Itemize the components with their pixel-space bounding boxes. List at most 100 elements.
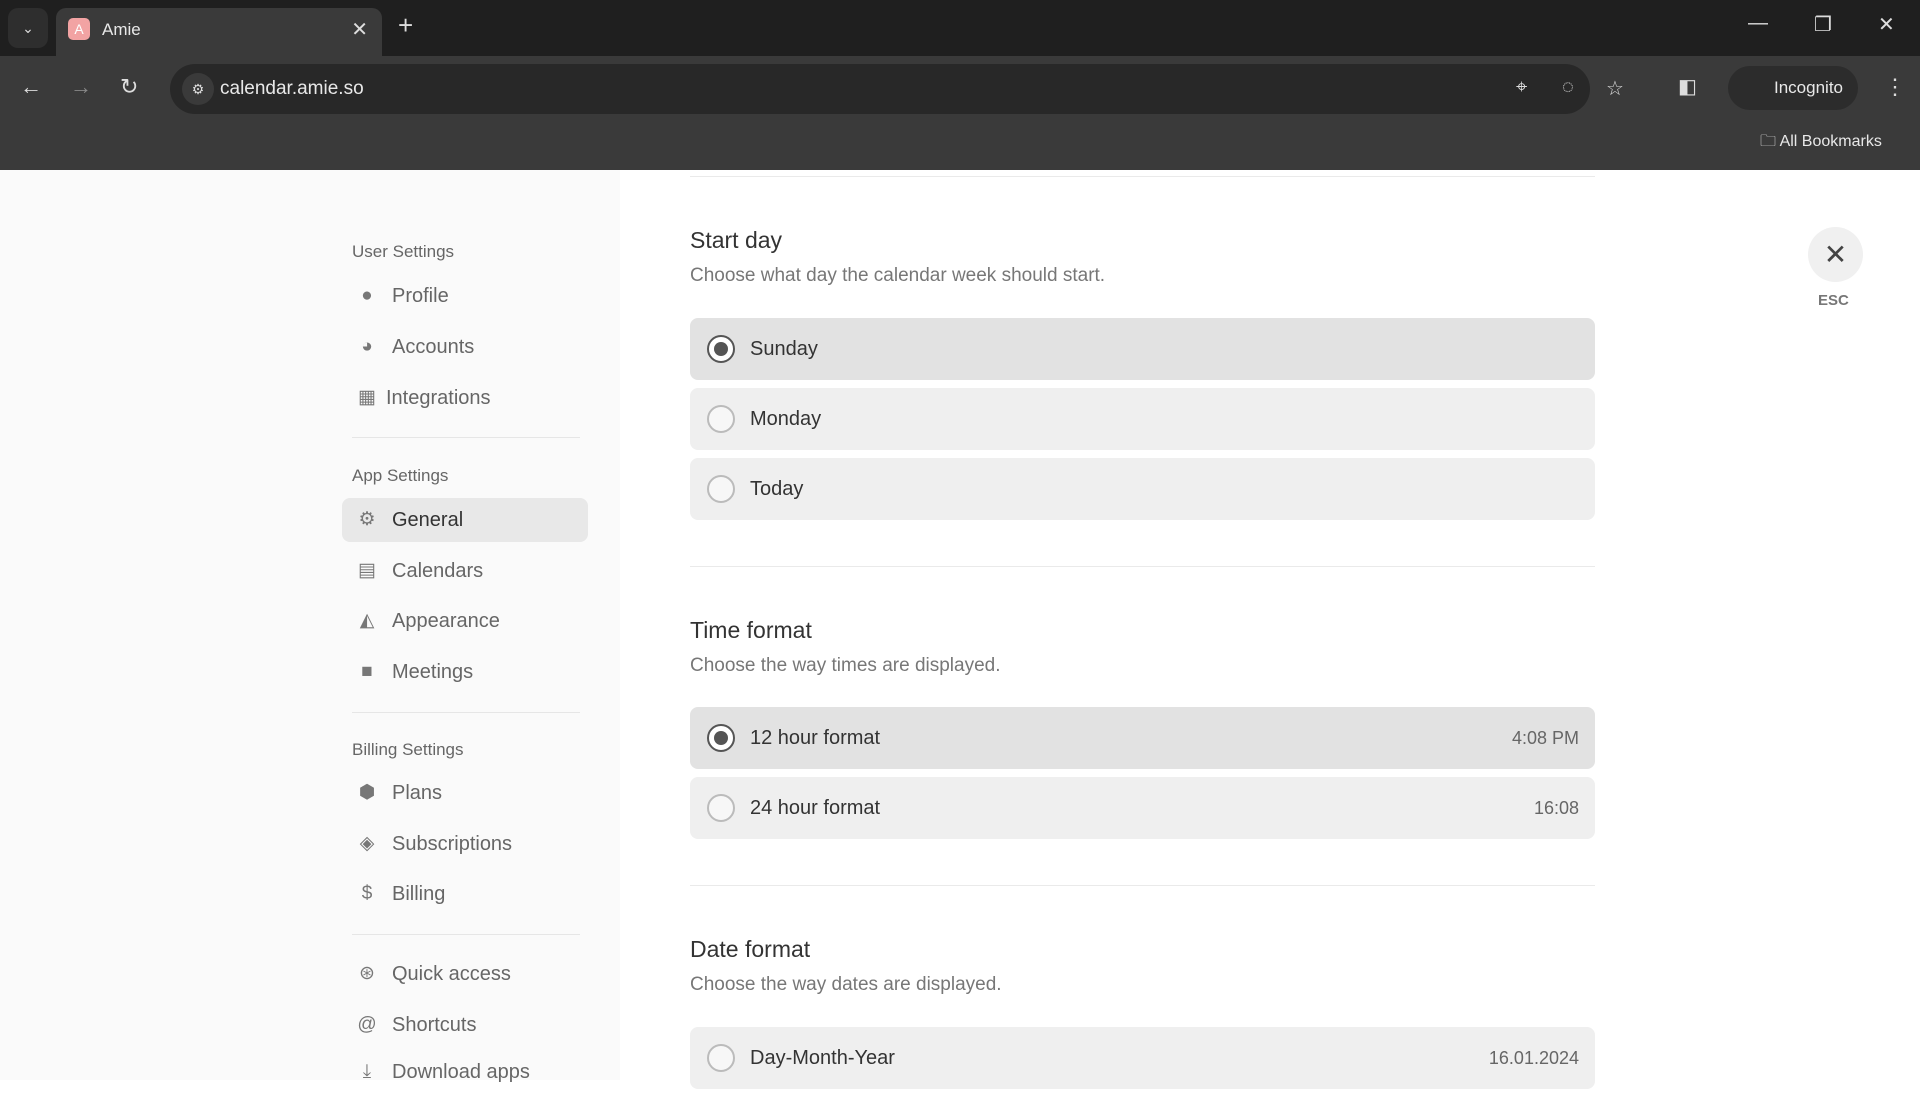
example-value: 4:08 PM bbox=[1511, 728, 1579, 748]
esc-label: ESC bbox=[1818, 292, 1849, 309]
label: Meetings bbox=[392, 661, 474, 683]
reload-button[interactable]: ↻ bbox=[120, 74, 138, 100]
section-billing-settings: Billing Settings bbox=[352, 740, 464, 759]
tab-search-button[interactable]: ⌄ bbox=[8, 8, 48, 48]
radio[interactable] bbox=[707, 475, 735, 503]
bookmarks-label: All Bookmarks bbox=[1779, 133, 1882, 150]
hexagon-icon: ⬢ bbox=[358, 782, 376, 803]
favicon: A bbox=[68, 18, 90, 40]
sidebar-item-appearance[interactable]: ◭ Appearance bbox=[342, 599, 588, 643]
divider bbox=[352, 934, 580, 935]
label: 24 hour format bbox=[750, 797, 881, 819]
label: Day-Month-Year bbox=[750, 1047, 895, 1069]
radio[interactable] bbox=[707, 1044, 735, 1072]
start-day-desc: Choose what day the calendar week should… bbox=[690, 265, 1106, 286]
grid-icon: ▦ bbox=[358, 387, 376, 408]
example-value: 16.01.2024 bbox=[1488, 1048, 1579, 1068]
sidebar-item-integrations[interactable]: ▦ Integrations bbox=[342, 376, 588, 420]
url-text[interactable]: calendar.amie.so bbox=[220, 78, 364, 100]
time-format-desc: Choose the way times are displayed. bbox=[690, 655, 1001, 676]
radio-selected[interactable] bbox=[707, 335, 735, 363]
label: Subscriptions bbox=[392, 833, 513, 855]
radio-selected[interactable] bbox=[707, 724, 735, 752]
date-format-desc: Choose the way dates are displayed. bbox=[690, 974, 1002, 995]
label: Profile bbox=[392, 285, 449, 307]
location-icon[interactable]: ⌖ bbox=[1516, 76, 1527, 99]
start-day-title: Start day bbox=[690, 227, 783, 253]
close-tab-icon[interactable]: ✕ bbox=[351, 17, 368, 42]
gear-icon: ⚙ bbox=[358, 509, 376, 530]
time-format-title: Time format bbox=[690, 617, 812, 643]
restore-button[interactable]: ❐ bbox=[1814, 12, 1832, 37]
label: Appearance bbox=[392, 610, 500, 632]
incognito-label: Incognito bbox=[1774, 78, 1843, 97]
incognito-badge[interactable]: Incognito bbox=[1728, 66, 1858, 110]
star-icon[interactable]: ☆ bbox=[1606, 76, 1624, 101]
label: Accounts bbox=[392, 336, 475, 358]
quick-access-icon: ⊛ bbox=[359, 963, 375, 984]
eye-off-icon[interactable]: ◌ bbox=[1562, 76, 1574, 99]
label: Today bbox=[750, 478, 804, 500]
sidebar-item-billing[interactable]: $ Billing bbox=[342, 872, 588, 916]
sidebar-item-download-apps[interactable]: ⤓ Download apps bbox=[342, 1050, 588, 1094]
sidebar-item-plans[interactable]: ⬢ Plans bbox=[342, 771, 588, 815]
label: Download apps bbox=[392, 1061, 530, 1083]
section-user-settings: User Settings bbox=[352, 242, 455, 261]
label: Quick access bbox=[392, 963, 511, 985]
sidebar-item-meetings[interactable]: ■ Meetings bbox=[342, 650, 588, 694]
label: 12 hour format bbox=[750, 727, 881, 749]
close-window-button[interactable]: ✕ bbox=[1878, 12, 1895, 37]
divider bbox=[690, 885, 1595, 886]
forward-button[interactable]: → bbox=[70, 74, 92, 100]
option-12-hour[interactable]: 12 hour format 4:08 PM bbox=[690, 707, 1595, 769]
label: Sunday bbox=[750, 338, 818, 360]
video-icon: ■ bbox=[361, 661, 373, 682]
option-sunday[interactable]: Sunday bbox=[690, 318, 1595, 380]
label: General bbox=[392, 509, 464, 531]
radio[interactable] bbox=[707, 405, 735, 433]
option-24-hour[interactable]: 24 hour format 16:08 bbox=[690, 777, 1595, 839]
sidebar-item-profile[interactable]: ● Profile bbox=[342, 274, 588, 318]
settings-sidebar: User Settings ● Profile ◕ Accounts ▦ Integr… bbox=[0, 170, 620, 1083]
back-button[interactable]: ← bbox=[20, 74, 42, 100]
user-circle-icon: ● bbox=[361, 285, 373, 306]
section-app-settings: App Settings bbox=[352, 466, 449, 485]
tab-bar: ⌄ A Amie ✕ + — ❐ ✕ bbox=[0, 0, 1920, 56]
appearance-icon: ◭ bbox=[359, 610, 375, 631]
divider bbox=[352, 437, 580, 438]
sidebar-item-calendars[interactable]: ▤ Calendars bbox=[342, 549, 588, 593]
sidebar-item-accounts[interactable]: ◕ Accounts bbox=[342, 325, 588, 369]
divider bbox=[352, 712, 580, 713]
tab-amie[interactable]: A Amie ✕ bbox=[56, 8, 382, 56]
close-icon: ✕ bbox=[1823, 239, 1848, 270]
minimize-button[interactable]: — bbox=[1748, 12, 1768, 35]
accounts-icon: ◕ bbox=[361, 336, 373, 357]
site-info-icon[interactable]: ⚙ bbox=[182, 73, 214, 105]
sidebar-item-quick-access[interactable]: ⊛ Quick access bbox=[342, 952, 588, 996]
close-settings-button[interactable]: ✕ bbox=[1808, 227, 1863, 282]
option-monday[interactable]: Monday bbox=[690, 388, 1595, 450]
label: Monday bbox=[750, 408, 822, 430]
tab-title: Amie bbox=[102, 20, 141, 39]
at-icon: @ bbox=[357, 1014, 377, 1035]
label: Billing bbox=[392, 883, 446, 905]
label: Shortcuts bbox=[392, 1014, 477, 1036]
example-value: 16:08 bbox=[1533, 798, 1579, 818]
download-icon: ⤓ bbox=[362, 1061, 372, 1082]
option-today[interactable]: Today bbox=[690, 458, 1595, 520]
radio[interactable] bbox=[707, 794, 735, 822]
calendar-icon: ▤ bbox=[358, 560, 376, 581]
box-icon: ◈ bbox=[359, 833, 375, 854]
divider bbox=[690, 566, 1595, 567]
sidebar-item-general[interactable]: ⚙ General bbox=[342, 498, 588, 542]
date-format-title: Date format bbox=[690, 936, 811, 962]
side-panel-icon[interactable]: ◧ bbox=[1678, 74, 1697, 99]
sidebar-item-shortcuts[interactable]: @ Shortcuts bbox=[342, 1003, 588, 1047]
address-bar[interactable]: ⚙ calendar.amie.so ⌖ ◌ ☆ bbox=[170, 64, 1624, 114]
menu-icon[interactable]: ⋮ bbox=[1884, 74, 1906, 100]
new-tab-button[interactable]: + bbox=[398, 10, 413, 41]
sidebar-item-subscriptions[interactable]: ◈ Subscriptions bbox=[342, 822, 588, 866]
browser-toolbar: ← → ↻ ⚙ calendar.amie.so ⌖ ◌ ☆ ◧ Incogni… bbox=[0, 56, 1920, 170]
label: Plans bbox=[392, 782, 443, 804]
all-bookmarks[interactable]: 🗀 All Bookmarks bbox=[1760, 130, 1882, 157]
